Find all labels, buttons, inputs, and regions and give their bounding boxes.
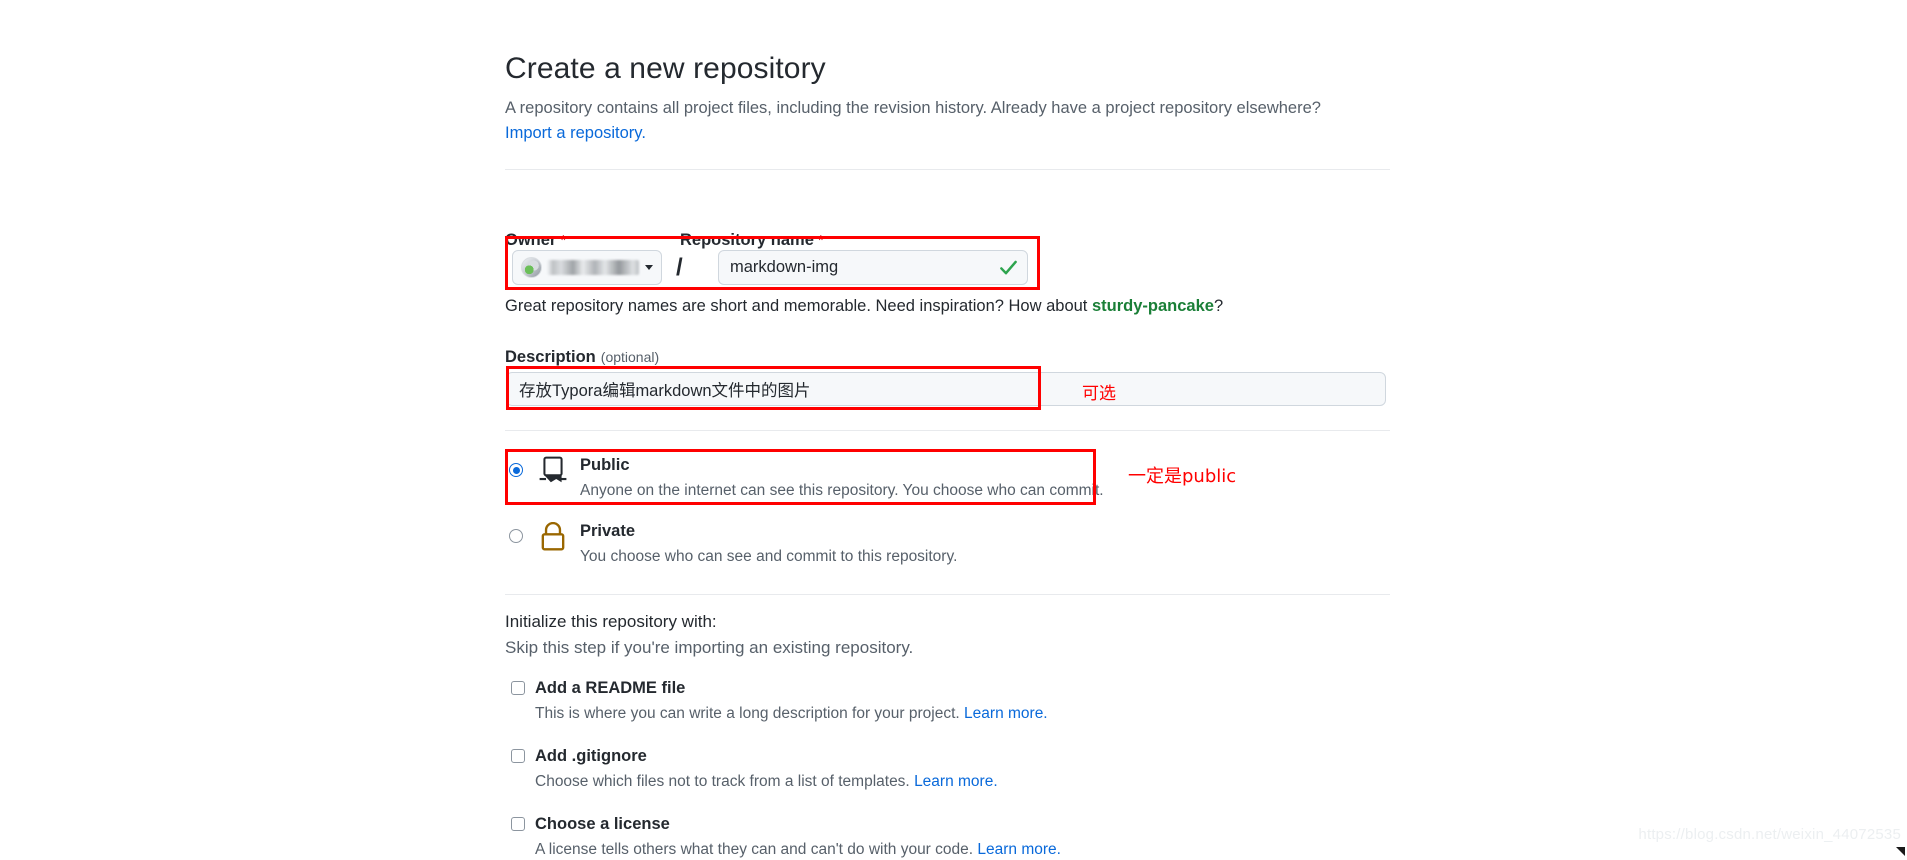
user-avatar-icon <box>521 257 542 278</box>
init-option-license[interactable]: Choose a license A license tells others … <box>505 814 1305 860</box>
page-title: Create a new repository <box>505 52 826 85</box>
lock-icon <box>541 522 565 551</box>
gitignore-learn-more-link[interactable]: Learn more. <box>914 773 998 790</box>
owner-username-redacted <box>547 260 639 275</box>
repo-name-field[interactable] <box>718 250 1028 285</box>
owner-repo-separator: / <box>676 254 683 281</box>
chevron-down-icon <box>645 265 653 270</box>
owner-required-star: * <box>560 232 567 249</box>
repo-name-hint-suffix: ? <box>1213 297 1224 315</box>
license-checkbox[interactable] <box>511 817 525 831</box>
owner-label-wrap: Owner * <box>505 230 680 251</box>
divider-after-visibility <box>505 594 1390 595</box>
gitignore-checkbox[interactable] <box>511 749 525 763</box>
repo-name-hint-prefix: Great repository names are short and mem… <box>505 297 1092 315</box>
license-description-text: A license tells others what they can and… <box>535 840 974 858</box>
owner-select[interactable] <box>512 250 662 285</box>
description-optional-note: (optional) <box>600 349 660 365</box>
license-description: A license tells others what they can and… <box>535 839 1305 860</box>
repo-name-suggestion-link[interactable]: sturdy-pancake <box>1092 297 1214 315</box>
description-input[interactable] <box>506 372 1386 406</box>
gitignore-label: Add .gitignore <box>535 747 647 765</box>
readme-description-text: This is where you can write a long descr… <box>535 704 960 722</box>
public-title: Public <box>580 456 630 474</box>
page-subtitle-text: A repository contains all project files,… <box>505 98 1321 117</box>
form-header: Create a new repository A repository con… <box>505 0 1390 170</box>
readme-learn-more-link[interactable]: Learn more. <box>964 705 1048 722</box>
gitignore-description: Choose which files not to track from a l… <box>535 771 1305 793</box>
divider-after-description <box>505 430 1390 431</box>
initialize-title: Initialize this repository with: <box>505 612 717 631</box>
description-label-wrap: Description (optional) <box>505 347 659 368</box>
create-repository-page: Create a new repository A repository con… <box>0 0 1907 859</box>
repo-name-label-wrap: Repository name * <box>680 230 824 251</box>
license-learn-more-link[interactable]: Learn more. <box>977 841 1061 858</box>
public-radio[interactable] <box>509 463 523 477</box>
repo-name-required-star: * <box>817 232 824 249</box>
owner-repo-labels: Owner * Repository name * <box>505 230 1405 251</box>
watermark-url: https://blog.csdn.net/weixin_44072535 <box>1638 826 1901 843</box>
private-description: You choose who can see and commit to thi… <box>580 548 958 566</box>
page-subtitle: A repository contains all project files,… <box>505 96 1385 147</box>
open-book-icon <box>539 456 567 483</box>
import-repository-link[interactable]: Import a repository. <box>505 124 646 142</box>
annotation-must-be-public-cn: 一定是public <box>1128 466 1237 487</box>
gitignore-description-text: Choose which files not to track from a l… <box>535 772 910 790</box>
initialize-subtitle: Skip this step if you're importing an ex… <box>505 638 914 657</box>
private-radio[interactable] <box>509 529 523 543</box>
repo-name-label: Repository name <box>680 231 814 249</box>
repo-name-hint: Great repository names are short and mem… <box>505 297 1223 316</box>
visibility-option-public[interactable]: Public Anyone on the internet can see th… <box>505 455 1105 502</box>
visibility-option-private[interactable]: Private You choose who can see and commi… <box>505 521 1105 568</box>
annotation-optional-cn: 可选 <box>1082 384 1116 404</box>
owner-label: Owner <box>505 231 557 249</box>
readme-description: This is where you can write a long descr… <box>535 703 1305 725</box>
description-label: Description <box>505 348 596 366</box>
divider-top <box>505 168 1390 170</box>
private-title: Private <box>580 522 636 540</box>
readme-label: Add a README file <box>535 679 686 697</box>
license-label: Choose a license <box>535 815 670 833</box>
public-description: Anyone on the internet can see this repo… <box>580 482 1104 500</box>
init-option-readme[interactable]: Add a README file This is where you can … <box>505 678 1305 724</box>
check-icon <box>1000 260 1017 275</box>
corner-marker <box>1896 847 1905 856</box>
readme-checkbox[interactable] <box>511 681 525 695</box>
repo-name-input[interactable] <box>718 250 1028 285</box>
init-option-gitignore[interactable]: Add .gitignore Choose which files not to… <box>505 746 1305 792</box>
